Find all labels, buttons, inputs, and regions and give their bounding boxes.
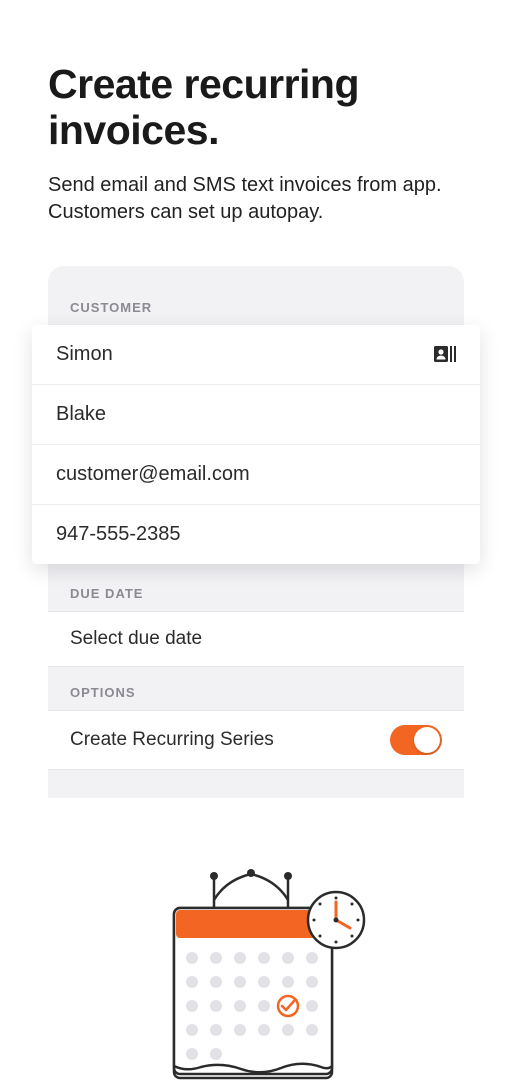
- customer-phone: 947-555-2385: [56, 523, 181, 546]
- customer-last-name: Blake: [56, 403, 106, 426]
- customer-first-name: Simon: [56, 343, 113, 366]
- due-date-section-label: DUE DATE: [48, 564, 464, 611]
- options-section-label: OPTIONS: [48, 667, 464, 710]
- customer-section-label: CUSTOMER: [48, 286, 464, 325]
- recurring-series-label: Create Recurring Series: [70, 729, 274, 751]
- customer-email-row[interactable]: customer@email.com: [32, 445, 480, 505]
- page-subtitle: Send email and SMS text invoices from ap…: [48, 172, 464, 226]
- invoice-form-card: CUSTOMER Simon Blake customer@email.com …: [48, 266, 464, 798]
- customer-email: customer@email.com: [56, 463, 250, 486]
- toggle-knob: [414, 727, 440, 753]
- calendar-clock-illustration: [126, 866, 386, 1086]
- customer-first-name-row[interactable]: Simon: [32, 325, 480, 385]
- customer-panel: Simon Blake customer@email.com 947-555-2…: [32, 325, 480, 564]
- page-title: Create recurring invoices.: [48, 62, 464, 154]
- customer-phone-row[interactable]: 947-555-2385: [32, 505, 480, 564]
- customer-last-name-row[interactable]: Blake: [32, 385, 480, 445]
- recurring-series-row: Create Recurring Series: [48, 710, 464, 770]
- due-date-field[interactable]: Select due date: [48, 611, 464, 667]
- recurring-series-toggle[interactable]: [390, 725, 442, 755]
- contacts-icon[interactable]: [434, 345, 456, 363]
- due-date-placeholder: Select due date: [70, 628, 202, 649]
